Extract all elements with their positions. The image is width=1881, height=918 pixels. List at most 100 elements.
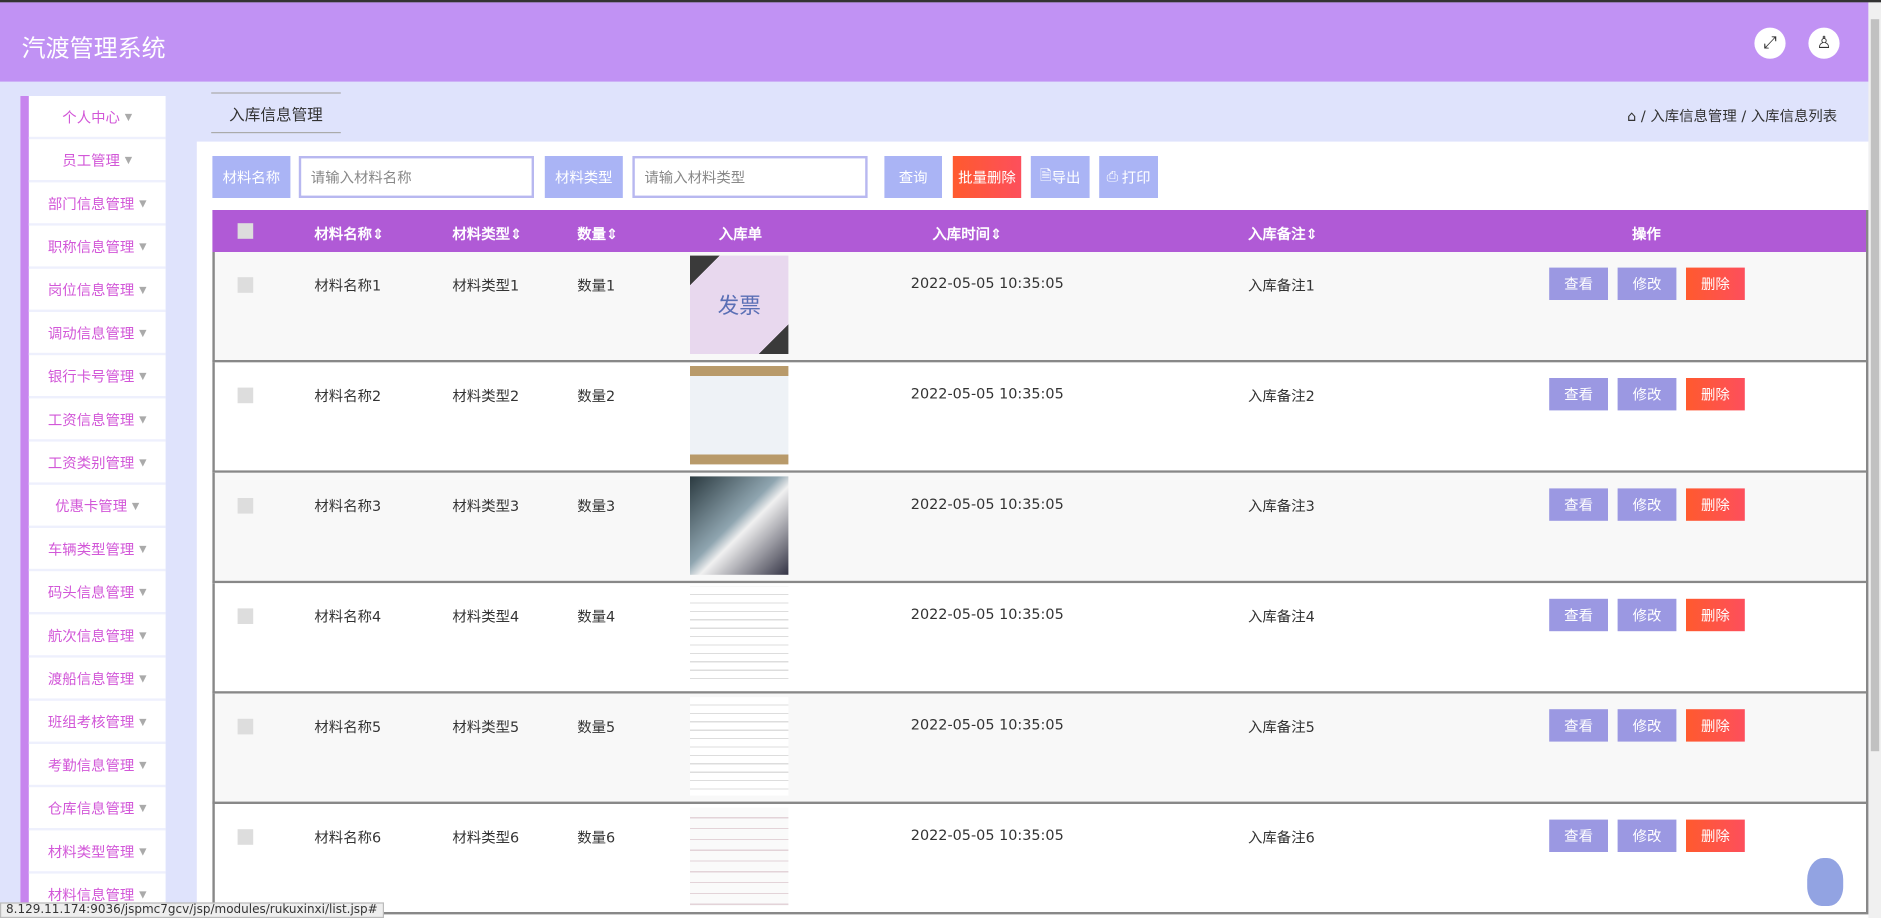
col-qty[interactable]: 数量⇕	[577, 223, 618, 243]
caret-down-icon: ▼	[139, 370, 147, 381]
sidebar-item-label: 渡船信息管理	[47, 670, 135, 687]
sidebar-item-label: 仓库信息管理	[47, 799, 135, 817]
delete-button[interactable]: 删除	[1686, 488, 1745, 521]
row-checkbox[interactable]	[237, 387, 254, 404]
cell-note: 入库备注6	[1248, 829, 1315, 847]
print-button[interactable]: ⎙ 打印	[1099, 156, 1158, 199]
cell-note: 入库备注1	[1248, 277, 1315, 294]
edit-button[interactable]: 修改	[1617, 709, 1677, 742]
sidebar-item[interactable]: 车辆类型管理 ▼	[28, 528, 166, 572]
row-checkbox[interactable]	[237, 608, 254, 624]
scrollbar-thumb[interactable]	[1870, 19, 1880, 752]
sidebar-item[interactable]: 优惠卡管理 ▼	[28, 485, 166, 528]
view-button[interactable]: 查看	[1549, 709, 1609, 742]
breadcrumb: ⌂ / 入库信息管理 / 入库信息列表	[1627, 106, 1837, 126]
sidebar-item-label: 考勤信息管理	[47, 756, 135, 774]
sidebar-item[interactable]: 部门信息管理 ▼	[28, 182, 166, 226]
cell-name: 材料名称3	[314, 498, 382, 515]
sidebar-item[interactable]: 职称信息管理 ▼	[28, 226, 166, 269]
breadcrumb-item: 入库信息列表	[1750, 108, 1838, 125]
sidebar-item[interactable]: 码头信息管理 ▼	[28, 571, 166, 615]
cell-qty: 数量6	[577, 829, 616, 847]
sidebar: 个人中心 ▼ 员工管理 ▼ 部门信息管理 ▼ 职称信息管理 ▼ 岗位信息管理 ▼ 调动信息管理 ▼ 银行…	[20, 96, 166, 918]
col-name[interactable]: 材料名称⇕	[314, 223, 384, 243]
receipt-image[interactable]	[690, 807, 789, 907]
col-type[interactable]: 材料类型⇕	[452, 223, 522, 243]
view-button[interactable]: 查看	[1549, 819, 1609, 853]
edit-button[interactable]: 修改	[1617, 378, 1677, 411]
cell-time: 2022-05-05 10:35:05	[910, 826, 1064, 844]
export-button[interactable]: 🗎 导出	[1030, 156, 1090, 199]
sidebar-item[interactable]: 工资类别管理 ▼	[28, 442, 166, 485]
caret-down-icon: ▼	[139, 327, 147, 338]
sidebar-item[interactable]: 个人中心 ▼	[28, 96, 166, 140]
edit-button[interactable]: 修改	[1617, 598, 1677, 632]
receipt-image[interactable]	[690, 366, 789, 465]
caret-down-icon: ▼	[139, 456, 147, 468]
receipt-image[interactable]	[690, 476, 789, 575]
assistant-widget-icon[interactable]	[1807, 858, 1844, 907]
receipt-image[interactable]	[690, 586, 789, 686]
sidebar-item-label: 岗位信息管理	[47, 281, 135, 299]
select-all-checkbox[interactable]	[237, 223, 254, 239]
receipt-image[interactable]: 发票	[690, 255, 789, 354]
row-checkbox[interactable]	[237, 718, 254, 735]
batch-delete-button[interactable]: 批量删除	[952, 156, 1022, 199]
sidebar-item-label: 调动信息管理	[47, 324, 135, 342]
cell-type: 材料类型6	[452, 829, 520, 847]
view-button[interactable]: 查看	[1549, 598, 1609, 632]
type-search-input[interactable]	[632, 156, 868, 199]
vertical-scrollbar[interactable]	[1868, 2, 1881, 918]
breadcrumb-sep: /	[1741, 108, 1747, 125]
home-icon[interactable]: ⌂	[1627, 108, 1636, 125]
name-search-input[interactable]	[298, 156, 534, 199]
view-button[interactable]: 查看	[1549, 378, 1609, 411]
edit-button[interactable]: 修改	[1617, 267, 1677, 300]
sidebar-item[interactable]: 仓库信息管理 ▼	[28, 787, 166, 831]
sidebar-item[interactable]: 渡船信息管理 ▼	[28, 658, 166, 701]
cell-name: 材料名称4	[314, 608, 382, 626]
receipt-image[interactable]	[690, 697, 789, 796]
edit-button[interactable]: 修改	[1617, 488, 1677, 521]
delete-button[interactable]: 删除	[1686, 819, 1745, 853]
sidebar-item[interactable]: 班组考核管理 ▼	[28, 701, 166, 744]
view-button[interactable]: 查看	[1549, 267, 1609, 300]
sidebar-item[interactable]: 考勤信息管理 ▼	[28, 744, 166, 788]
sidebar-item[interactable]: 员工管理 ▼	[28, 139, 166, 183]
delete-button[interactable]: 删除	[1686, 709, 1745, 742]
sidebar-item-label: 员工管理	[62, 151, 120, 169]
col-note[interactable]: 入库备注⇕	[1248, 223, 1318, 243]
sidebar-item[interactable]: 岗位信息管理 ▼	[28, 269, 166, 312]
row-checkbox[interactable]	[237, 829, 254, 845]
user-icon[interactable]: ♙	[1808, 27, 1840, 59]
delete-button[interactable]: 删除	[1686, 598, 1745, 632]
sidebar-item-label: 航次信息管理	[47, 627, 135, 644]
cell-qty: 数量3	[577, 498, 616, 515]
breadcrumb-sep: /	[1640, 108, 1646, 125]
cell-type: 材料类型5	[452, 718, 520, 736]
sidebar-item[interactable]: 银行卡号管理 ▼	[28, 355, 166, 399]
query-button[interactable]: 查询	[884, 156, 943, 199]
sidebar-item[interactable]: 工资信息管理 ▼	[28, 398, 166, 442]
tab-current[interactable]: 入库信息管理	[211, 92, 341, 134]
sidebar-item-label: 个人中心	[62, 108, 120, 126]
view-button[interactable]: 查看	[1549, 488, 1609, 521]
row-checkbox[interactable]	[237, 498, 254, 514]
caret-down-icon: ▼	[139, 543, 147, 554]
fullscreen-icon[interactable]: ⤢	[1754, 27, 1786, 59]
col-time[interactable]: 入库时间⇕	[932, 223, 1002, 243]
table-row: 材料名称6 材料类型6 数量6 2022-05-05 10:35:05 入库备注…	[212, 804, 1867, 915]
caret-down-icon: ▼	[139, 197, 147, 209]
caret-down-icon: ▼	[139, 629, 147, 641]
row-checkbox[interactable]	[237, 277, 254, 293]
sidebar-item[interactable]: 航次信息管理 ▼	[28, 614, 166, 658]
table-row: 材料名称3 材料类型3 数量3 2022-05-05 10:35:05 入库备注…	[212, 472, 1867, 584]
breadcrumb-item[interactable]: 入库信息管理	[1650, 108, 1736, 125]
sidebar-item-label: 部门信息管理	[47, 195, 135, 212]
sidebar-item[interactable]: 材料类型管理 ▼	[28, 830, 166, 874]
delete-button[interactable]: 删除	[1686, 378, 1745, 411]
delete-button[interactable]: 删除	[1686, 267, 1745, 300]
edit-button[interactable]: 修改	[1617, 819, 1677, 853]
cell-name: 材料名称2	[314, 387, 382, 405]
sidebar-item[interactable]: 调动信息管理 ▼	[28, 312, 166, 356]
